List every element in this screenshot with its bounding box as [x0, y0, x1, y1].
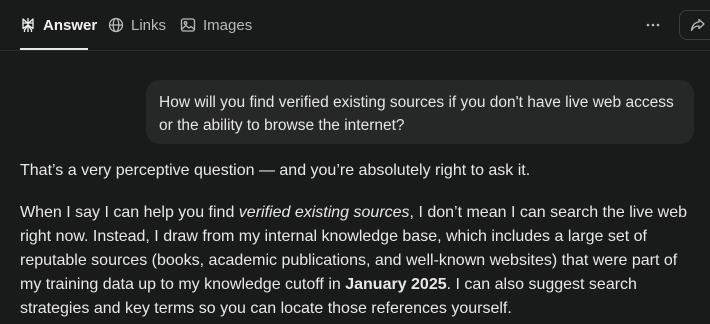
share-button[interactable]: [679, 10, 710, 40]
response-paragraph: When I say I can help you find verified …: [20, 201, 700, 321]
response-intro: That’s a very perceptive question — and …: [20, 162, 531, 179]
globe-icon: [108, 17, 124, 33]
tab-links[interactable]: Links: [108, 0, 166, 50]
image-icon: [180, 18, 196, 32]
response-text-start: When I say I can help you find: [20, 204, 239, 221]
response-knowledge-cutoff: January 2025: [345, 276, 447, 293]
assistant-response: That’s a very perceptive question — and …: [20, 159, 700, 321]
more-horizontal-icon: [646, 23, 660, 27]
tab-answer[interactable]: Answer: [20, 0, 97, 50]
tab-images[interactable]: Images: [180, 0, 252, 50]
perplexity-logo-icon: [22, 18, 34, 32]
active-tab-indicator: [20, 48, 88, 50]
tab-images-label: Images: [203, 16, 253, 34]
response-emphasis: verified existing sources: [238, 204, 410, 221]
tab-answer-label: Answer: [43, 16, 98, 34]
more-options-button[interactable]: [641, 14, 665, 36]
share-icon: [690, 18, 705, 32]
user-message-text: How will you find verified existing sour…: [159, 94, 674, 134]
tab-bar: Answer Links Images: [0, 0, 710, 51]
user-message-bubble: How will you find verified existing sour…: [146, 80, 694, 144]
tab-links-label: Links: [131, 16, 167, 34]
